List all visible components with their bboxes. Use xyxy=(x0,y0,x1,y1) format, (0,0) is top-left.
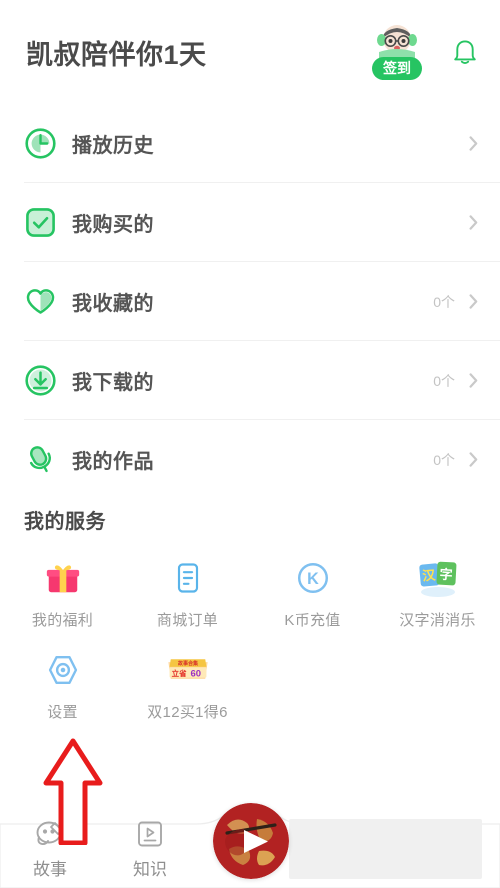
chevron-right-icon xyxy=(469,373,478,388)
list-item-downloads[interactable]: 我下载的 0个 xyxy=(0,341,500,420)
service-tile-label: 双12买1得6 xyxy=(147,704,228,721)
story-ghost-icon xyxy=(36,821,63,846)
microphone-icon xyxy=(29,446,51,473)
service-tile-label: 我的福利 xyxy=(31,612,94,629)
list-item-my-works[interactable]: 我的作品 0个 xyxy=(0,420,500,499)
chevron-right-icon xyxy=(469,294,478,309)
svg-text:汉: 汉 xyxy=(421,567,436,583)
bell-icon[interactable] xyxy=(452,38,478,66)
promo-main-text: 立省 xyxy=(171,667,186,677)
bottom-tabbar: 故事 知识 xyxy=(0,803,500,888)
page-header: 凯叔陪伴你1天 签到 xyxy=(0,0,500,104)
service-tile-settings[interactable]: 设置 xyxy=(0,648,125,730)
check-square-icon xyxy=(26,208,55,237)
service-tile-label: 设置 xyxy=(47,704,78,721)
service-tile-label: K币充值 xyxy=(284,612,341,629)
checkin-button[interactable]: 签到 xyxy=(364,24,430,80)
chevron-right-icon xyxy=(469,136,478,151)
list-item-label: 我的作品 xyxy=(72,451,154,473)
service-tile-promo[interactable]: 故事合集 立省 60 双12买1得6 xyxy=(125,648,250,730)
svg-text:K: K xyxy=(307,570,319,588)
k-coin-icon: K xyxy=(291,556,335,600)
tab-label: 知识 xyxy=(133,860,167,879)
service-tile-orders[interactable]: 商城订单 xyxy=(125,556,250,638)
list-item-favorites[interactable]: 我收藏的 0个 xyxy=(0,262,500,341)
services-title: 我的服务 xyxy=(24,511,106,533)
list-item-label: 播放历史 xyxy=(72,135,154,157)
promo-number: 60 xyxy=(190,668,201,679)
list-item-count: 0个 xyxy=(433,372,455,389)
download-circle-icon xyxy=(25,365,56,396)
services-section: 我的服务 我的福利 商城订单 K K币充值 汉 字 汉字消消乐 设置 故事合集 … xyxy=(0,505,500,730)
promo-top-text: 故事合集 xyxy=(177,660,198,667)
hanzi-game-icon: 汉 字 xyxy=(416,556,460,600)
shortcut-list: 播放历史 我购买的 我收藏的 0个 我下载的 0个 我的作品 0个 xyxy=(0,104,500,499)
profile-screen: 凯叔陪伴你1天 签到 播放历史 我购买的 我收藏的 0个 我下载的 0个 我的作… xyxy=(0,0,500,888)
promo-banner-icon: 故事合集 立省 60 xyxy=(166,648,210,692)
tab-knowledge[interactable]: 知识 xyxy=(100,817,200,880)
list-item-play-history[interactable]: 播放历史 xyxy=(0,104,500,183)
gift-icon xyxy=(41,556,85,600)
play-button-icon xyxy=(213,803,289,879)
tab-story[interactable]: 故事 xyxy=(0,817,100,880)
order-document-icon xyxy=(166,556,210,600)
checkin-label: 签到 xyxy=(372,56,422,80)
list-item-count: 0个 xyxy=(433,451,455,468)
list-item-label: 我购买的 xyxy=(72,214,154,236)
service-tile-label: 汉字消消乐 xyxy=(399,612,476,629)
list-item-purchased[interactable]: 我购买的 xyxy=(0,183,500,262)
service-tile-hanzi-game[interactable]: 汉 字 汉字消消乐 xyxy=(375,556,500,638)
chevron-right-icon xyxy=(469,452,478,467)
chevron-right-icon xyxy=(469,215,478,230)
services-grid: 我的福利 商城订单 K K币充值 汉 字 汉字消消乐 设置 故事合集 立省 60… xyxy=(0,556,500,730)
settings-hexagon-icon xyxy=(41,648,85,692)
service-tile-kcoin[interactable]: K K币充值 xyxy=(250,556,375,638)
list-item-label: 我下载的 xyxy=(72,372,154,394)
tab-label: 故事 xyxy=(33,860,67,879)
knowledge-play-icon xyxy=(138,821,162,847)
mini-player-play-button[interactable] xyxy=(213,803,289,879)
svg-text:字: 字 xyxy=(439,567,453,583)
heart-icon xyxy=(26,289,55,314)
service-tile-label: 商城订单 xyxy=(156,612,219,629)
service-tile-benefits[interactable]: 我的福利 xyxy=(0,556,125,638)
list-item-count: 0个 xyxy=(433,293,455,310)
avatar-character-icon xyxy=(377,25,417,58)
page-title: 凯叔陪伴你1天 xyxy=(26,39,207,70)
list-item-label: 我收藏的 xyxy=(72,293,154,315)
mini-player-placeholder[interactable] xyxy=(289,819,482,879)
clock-icon xyxy=(25,128,56,159)
